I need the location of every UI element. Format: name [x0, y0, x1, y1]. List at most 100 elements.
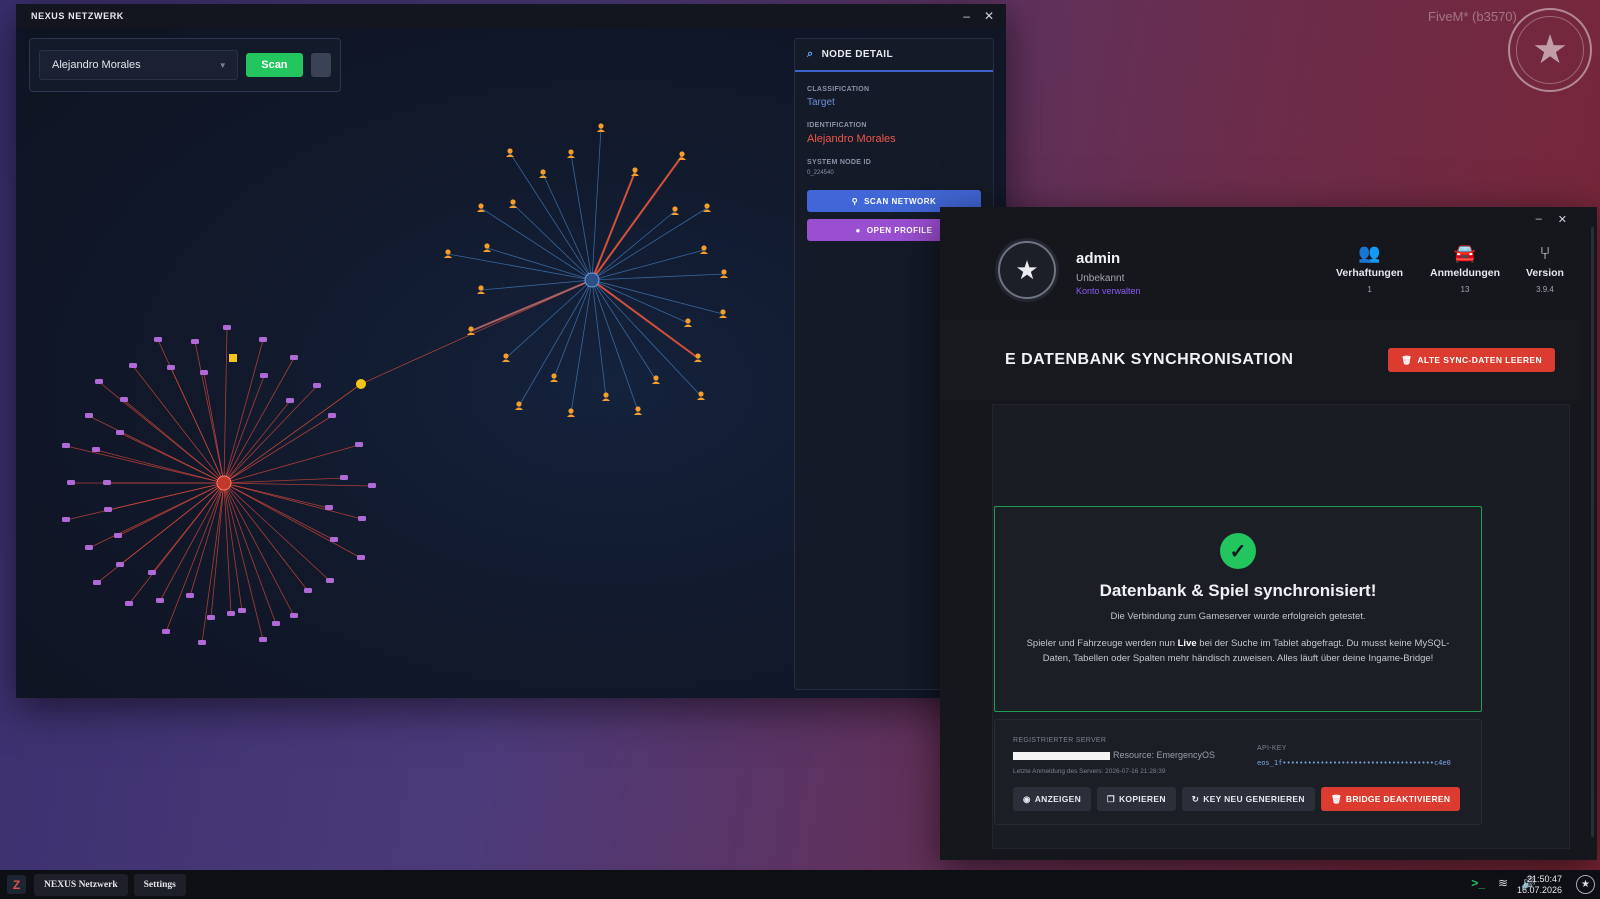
person-select[interactable]: Alejandro Morales ▼ — [39, 50, 238, 80]
vehicle-node[interactable] — [154, 337, 162, 342]
vehicle-node[interactable] — [62, 517, 70, 522]
person-node[interactable] — [603, 392, 609, 398]
person-node[interactable] — [720, 309, 726, 315]
deactivate-bridge-button[interactable]: 🗑 BRIDGE DEAKTIVIEREN — [1320, 787, 1461, 811]
person-node-body[interactable] — [678, 157, 686, 161]
vehicle-node[interactable] — [62, 443, 70, 448]
person-node[interactable] — [698, 391, 704, 397]
terminal-icon[interactable]: >_ — [1471, 876, 1485, 890]
person-node-body[interactable] — [567, 414, 575, 418]
vehicle-node[interactable] — [340, 475, 348, 480]
vehicle-node[interactable] — [148, 570, 156, 575]
person-node[interactable] — [653, 375, 659, 381]
vehicle-node[interactable] — [67, 480, 75, 485]
person-node[interactable] — [695, 353, 701, 359]
show-key-button[interactable]: ◉ ANZEIGEN — [1013, 787, 1092, 811]
person-node-body[interactable] — [631, 173, 639, 177]
person-node-body[interactable] — [506, 154, 514, 158]
vehicle-node[interactable] — [272, 621, 280, 626]
target-hub-node[interactable] — [216, 475, 232, 491]
person-node-body[interactable] — [697, 397, 705, 401]
network-hub-node[interactable] — [584, 272, 600, 288]
taskbar-clock[interactable]: 21:50:47 16.07.2026 — [1517, 874, 1562, 896]
vehicle-node[interactable] — [227, 611, 235, 616]
person-node-body[interactable] — [634, 412, 642, 416]
person-node[interactable] — [478, 285, 484, 291]
clear-sync-data-button[interactable]: 🗑 ALTE SYNC-DATEN LEEREN — [1388, 348, 1555, 372]
vehicle-node[interactable] — [95, 379, 103, 384]
vehicle-node[interactable] — [103, 480, 111, 485]
nexus-minimize-button[interactable]: – — [963, 9, 970, 23]
vehicle-node[interactable] — [238, 608, 246, 613]
vehicle-node[interactable] — [223, 325, 231, 330]
vehicle-node[interactable] — [259, 337, 267, 342]
vehicle-node[interactable] — [104, 507, 112, 512]
options-button[interactable] — [311, 53, 331, 77]
sync-minimize-button[interactable]: – — [1536, 213, 1542, 226]
person-node-body[interactable] — [502, 359, 510, 363]
person-node[interactable] — [540, 169, 546, 175]
person-node-body[interactable] — [515, 407, 523, 411]
vehicle-node[interactable] — [325, 505, 333, 510]
person-node-body[interactable] — [444, 255, 452, 259]
vehicle-node[interactable] — [129, 363, 137, 368]
vehicle-node[interactable] — [125, 601, 133, 606]
person-node-body[interactable] — [483, 249, 491, 253]
person-node-body[interactable] — [509, 205, 517, 209]
vehicle-node[interactable] — [313, 383, 321, 388]
person-node[interactable] — [445, 249, 451, 255]
person-node-body[interactable] — [719, 315, 727, 319]
person-node[interactable] — [503, 353, 509, 359]
person-node[interactable] — [478, 203, 484, 209]
person-node[interactable] — [551, 373, 557, 379]
person-node-body[interactable] — [700, 251, 708, 255]
sync-close-button[interactable]: ✕ — [1558, 213, 1567, 226]
vehicle-node[interactable] — [328, 413, 336, 418]
vehicle-node[interactable] — [186, 593, 194, 598]
vehicle-node[interactable] — [207, 615, 215, 620]
person-node[interactable] — [507, 148, 513, 154]
person-node-body[interactable] — [720, 275, 728, 279]
person-node-body[interactable] — [550, 379, 558, 383]
vehicle-node[interactable] — [368, 483, 376, 488]
vehicle-node[interactable] — [114, 533, 122, 538]
vehicle-node[interactable] — [116, 562, 124, 567]
vehicle-node[interactable] — [290, 613, 298, 618]
vehicle-node[interactable] — [120, 397, 128, 402]
person-node[interactable] — [484, 243, 490, 249]
vehicle-node[interactable] — [357, 555, 365, 560]
sync-scrollbar[interactable] — [1591, 227, 1594, 837]
vehicle-node[interactable] — [156, 598, 164, 603]
vehicle-node[interactable] — [162, 629, 170, 634]
taskbar-app-nexus[interactable]: NEXUS Netzwerk — [34, 873, 128, 896]
manage-account-link[interactable]: Konto verwalten — [1076, 286, 1141, 296]
person-node-body[interactable] — [597, 129, 605, 133]
network-graph[interactable] — [16, 28, 796, 698]
vehicle-node[interactable] — [167, 365, 175, 370]
nexus-titlebar[interactable]: NEXUS NETZWERK – ✕ — [16, 4, 1006, 28]
vehicle-node[interactable] — [116, 430, 124, 435]
regenerate-key-button[interactable]: ↻ KEY NEU GENERIEREN — [1181, 787, 1315, 811]
person-node-body[interactable] — [477, 291, 485, 295]
person-node-body[interactable] — [539, 175, 547, 179]
copy-key-button[interactable]: ❐ KOPIEREN — [1097, 787, 1176, 811]
vehicle-node[interactable] — [85, 413, 93, 418]
bank-node[interactable] — [229, 354, 237, 362]
person-node[interactable] — [721, 269, 727, 275]
scan-button[interactable]: Scan — [245, 53, 304, 77]
nexus-close-button[interactable]: ✕ — [984, 9, 994, 23]
vehicle-node[interactable] — [259, 637, 267, 642]
start-menu-icon[interactable]: Z — [7, 875, 26, 894]
person-node[interactable] — [516, 401, 522, 407]
person-node[interactable] — [679, 151, 685, 157]
vehicle-node[interactable] — [286, 398, 294, 403]
wifi-icon[interactable]: ≋ — [1498, 876, 1508, 890]
person-node[interactable] — [685, 318, 691, 324]
person-node[interactable] — [568, 408, 574, 414]
person-node[interactable] — [568, 149, 574, 155]
vehicle-node[interactable] — [191, 339, 199, 344]
person-node[interactable] — [598, 123, 604, 129]
vehicle-node[interactable] — [85, 545, 93, 550]
taskbar-app-settings[interactable]: Settings — [133, 873, 186, 896]
vehicle-node[interactable] — [200, 370, 208, 375]
